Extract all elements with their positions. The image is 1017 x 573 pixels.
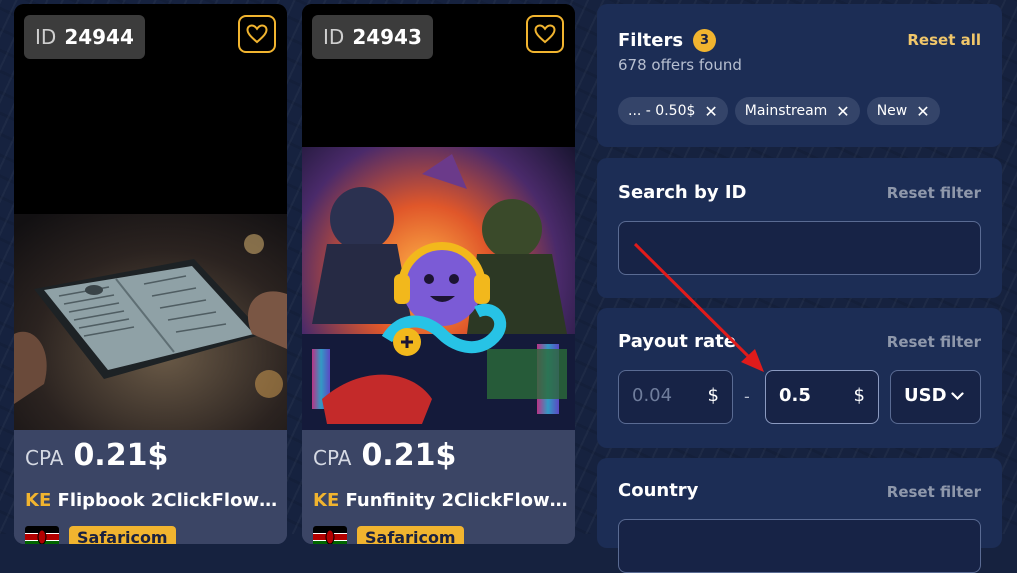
reset-payout-button[interactable]: Reset filter xyxy=(887,333,981,351)
payout-model: CPA xyxy=(313,446,352,470)
filter-chip-new[interactable]: New ✕ xyxy=(866,97,940,125)
offer-geo: KE xyxy=(313,490,340,511)
offer-geo: KE xyxy=(25,490,52,511)
reset-search-id-button[interactable]: Reset filter xyxy=(887,184,981,202)
country-panel: Country Reset filter xyxy=(597,458,1002,573)
close-icon[interactable]: ✕ xyxy=(916,102,929,121)
offer-meta: Safaricom xyxy=(25,526,176,544)
heart-icon xyxy=(246,24,268,44)
offer-meta: Safaricom xyxy=(313,526,464,544)
search-id-input[interactable] xyxy=(618,221,981,275)
payout-rate-title: Payout rate xyxy=(618,331,736,352)
payout-row: CPA 0.21$ xyxy=(313,438,456,473)
offer-card-footer: CPA 0.21$ KE Flipbook 2ClickFlow Sa... S… xyxy=(14,430,287,544)
currency-symbol: $ xyxy=(853,385,865,406)
id-prefix: ID xyxy=(323,25,345,49)
close-icon[interactable]: ✕ xyxy=(836,102,849,121)
id-prefix: ID xyxy=(35,25,57,49)
offer-title[interactable]: KE Funfinity 2ClickFlow Sa... xyxy=(313,490,568,511)
id-value: 24943 xyxy=(352,25,422,49)
chip-label: New xyxy=(876,103,908,119)
heart-icon xyxy=(534,24,556,44)
favorite-button[interactable] xyxy=(526,15,564,53)
favorite-button[interactable] xyxy=(238,15,276,53)
carrier-badge: Safaricom xyxy=(357,526,464,544)
search-by-id-panel: Search by ID Reset filter xyxy=(597,158,1002,298)
payout-rate-panel: Payout rate Reset filter 0.04 $ - 0.5 $ … xyxy=(597,308,1002,448)
offer-title[interactable]: KE Flipbook 2ClickFlow Sa... xyxy=(25,490,280,511)
filter-chip-payout[interactable]: ... - 0.50$ ✕ xyxy=(618,97,728,125)
chip-label: Mainstream xyxy=(744,103,828,119)
payout-min-input[interactable]: 0.04 $ xyxy=(618,370,733,424)
offer-name: Flipbook 2ClickFlow Sa... xyxy=(57,490,280,511)
filters-title: Filters xyxy=(618,30,684,51)
offer-card-footer: CPA 0.21$ KE Funfinity 2ClickFlow Sa... … xyxy=(302,430,575,544)
payout-row: CPA 0.21$ xyxy=(25,438,168,473)
country-select[interactable] xyxy=(618,519,981,573)
kenya-flag-icon xyxy=(313,526,347,544)
range-separator: - xyxy=(744,387,750,406)
currency-symbol: $ xyxy=(707,385,719,406)
offer-card[interactable]: ID 24944 CPA 0.21$ KE Flipbook 2ClickFlo… xyxy=(14,4,287,544)
offer-id-badge: ID 24944 xyxy=(24,15,145,59)
offer-image-ebook: ID 24944 xyxy=(14,4,287,430)
close-icon[interactable]: ✕ xyxy=(704,102,717,121)
payout-value: 0.21$ xyxy=(361,438,457,473)
payout-min-placeholder: 0.04 xyxy=(632,385,673,406)
currency-value: USD xyxy=(904,385,947,406)
country-title: Country xyxy=(618,480,699,501)
carrier-badge: Safaricom xyxy=(69,526,176,544)
search-by-id-title: Search by ID xyxy=(618,182,747,203)
offer-id-badge: ID 24943 xyxy=(312,15,433,59)
reset-all-button[interactable]: Reset all xyxy=(907,31,981,49)
active-filter-chips: ... - 0.50$ ✕ Mainstream ✕ New ✕ xyxy=(618,97,940,125)
kenya-flag-icon xyxy=(25,526,59,544)
filter-chip-mainstream[interactable]: Mainstream ✕ xyxy=(734,97,860,125)
filters-panel: Filters 3 678 offers found Reset all ...… xyxy=(597,4,1002,147)
chevron-down-icon xyxy=(951,392,964,401)
reset-country-button[interactable]: Reset filter xyxy=(887,483,981,501)
offers-found-count: 678 offers found xyxy=(618,56,742,74)
id-value: 24944 xyxy=(64,25,134,49)
offer-card[interactable]: ID 24943 CPA 0.21$ KE Funfinity 2ClickFl… xyxy=(302,4,575,544)
chip-label: ... - 0.50$ xyxy=(628,103,696,119)
payout-model: CPA xyxy=(25,446,64,470)
offer-name: Funfinity 2ClickFlow Sa... xyxy=(345,490,568,511)
payout-value: 0.21$ xyxy=(73,438,169,473)
offer-image-gaming: ID 24943 xyxy=(302,4,575,430)
filters-heading: Filters 3 xyxy=(618,29,717,52)
payout-max-value: 0.5 xyxy=(779,385,811,406)
payout-max-input[interactable]: 0.5 $ xyxy=(765,370,879,424)
currency-select[interactable]: USD xyxy=(890,370,981,424)
filters-count-badge: 3 xyxy=(693,29,717,52)
